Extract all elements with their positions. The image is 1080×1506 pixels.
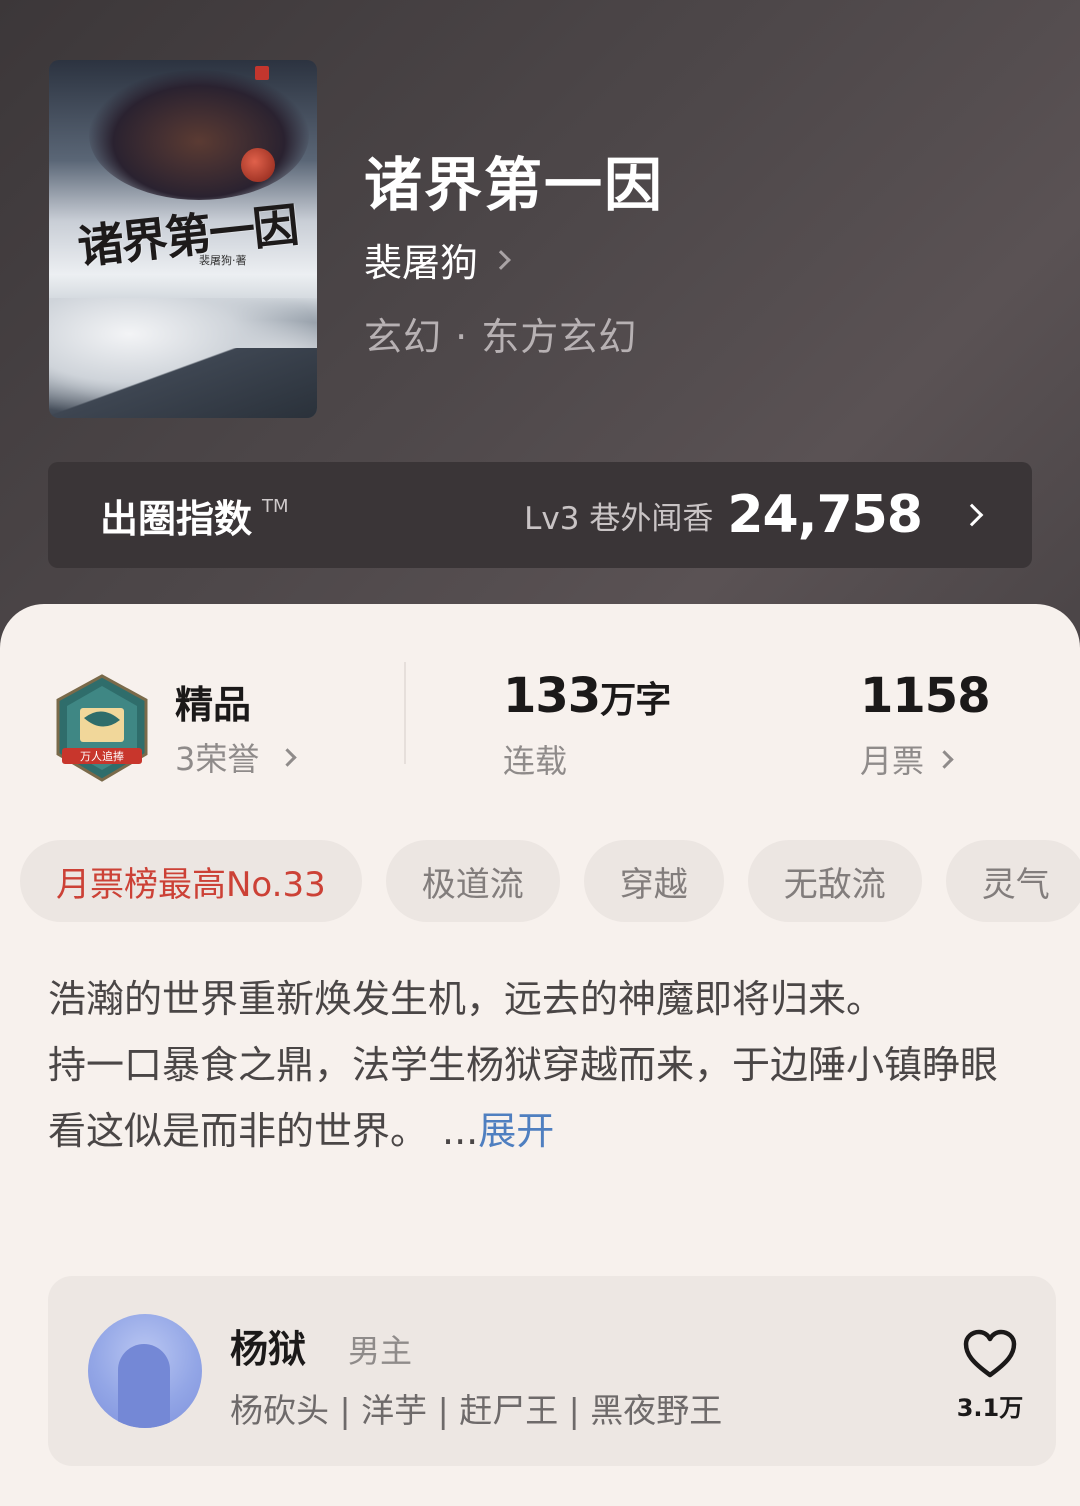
chevron-right-icon: [960, 503, 984, 527]
popularity-index-bar[interactable]: 出圈指数 TM Lv3 巷外闻香 24,758: [48, 462, 1032, 568]
badge-label: 万人追捧: [80, 749, 124, 763]
character-avatar[interactable]: [88, 1314, 202, 1428]
cover-moon-art: [241, 148, 275, 182]
character-aliases: 杨砍头 | 洋芋 | 赶尸王 | 黑夜野王: [230, 1391, 723, 1430]
chevron-right-icon: [935, 749, 954, 769]
author-name: 裴屠狗: [364, 241, 479, 285]
book-header: 诸界第一因 裴屠狗·著 诸界第一因 裴屠狗 玄幻 · 东方玄幻 出圈指数 TM …: [0, 0, 1080, 640]
tag-item[interactable]: 穿越: [583, 840, 724, 922]
monthly-votes-label: 月票: [860, 742, 925, 780]
index-value: 24,758: [727, 485, 923, 545]
character-role: 男主: [348, 1332, 413, 1370]
book-title: 诸界第一因: [364, 151, 665, 219]
tag-list: 月票榜最高No.33 极道流 穿越 无敌流 灵气: [20, 840, 1080, 922]
book-cover[interactable]: 诸界第一因 裴屠狗·著: [49, 60, 317, 418]
expand-synopsis-link[interactable]: 展开: [478, 1109, 554, 1153]
chevron-right-icon: [278, 747, 298, 767]
word-count-number: 133: [503, 668, 601, 724]
index-label: 出圈指数: [100, 496, 253, 541]
quality-badge-icon[interactable]: 万人追捧: [52, 674, 152, 784]
synopsis-ellipsis: ...: [442, 1109, 479, 1153]
trademark-mark: TM: [262, 496, 289, 517]
synopsis-paragraph: 浩瀚的世界重新焕发生机，远去的神魔即将归来。: [48, 977, 885, 1021]
tag-item[interactable]: 极道流: [385, 840, 560, 922]
cover-title-art: 诸界第一因: [75, 197, 300, 275]
word-count: 133万字: [503, 668, 671, 724]
cover-author-art: 裴屠狗·著: [199, 254, 247, 267]
tag-item[interactable]: 无敌流: [747, 840, 922, 922]
book-info-panel: 万人追捧 精品 3荣誉 133万字 连载 1158 月票 月票榜最高No.33 …: [0, 604, 1080, 1506]
heart-icon[interactable]: [962, 1328, 1018, 1380]
cover-stamp: [255, 66, 269, 80]
stats-divider: [404, 662, 406, 764]
author-link[interactable]: 裴屠狗: [364, 232, 511, 287]
monthly-votes-link[interactable]: 月票: [860, 736, 954, 782]
synopsis-paragraph: 持一口暴食之鼎，法学生杨狱穿越而来，于边陲小镇睁眼看这似是而非的世界。 ...展开: [48, 1032, 1008, 1164]
like-count: 3.1万: [956, 1394, 1024, 1422]
chevron-right-icon: [491, 249, 511, 270]
index-level: Lv3 巷外闻香: [524, 500, 714, 537]
character-card[interactable]: 杨狱 男主 杨砍头 | 洋芋 | 赶尸王 | 黑夜野王 3.1万: [48, 1276, 1056, 1466]
word-count-unit: 万字: [600, 680, 671, 721]
book-synopsis: 浩瀚的世界重新焕发生机，远去的神魔即将归来。 持一口暴食之鼎，法学生杨狱穿越而来…: [48, 966, 1008, 1164]
serial-status: 连载: [503, 742, 568, 780]
cover-mountain-art: [49, 348, 317, 418]
character-name: 杨狱: [230, 1327, 307, 1371]
honors-count: 3荣誉: [175, 740, 260, 778]
cover-planet-art: [89, 70, 309, 200]
quality-label: 精品: [175, 683, 252, 727]
book-genre: 玄幻 · 东方玄幻: [364, 315, 638, 359]
monthly-votes-count: 1158: [860, 668, 991, 724]
character-silhouette: [118, 1344, 170, 1428]
tag-ranking[interactable]: 月票榜最高No.33: [20, 840, 362, 922]
honors-link[interactable]: 3荣誉: [175, 734, 298, 780]
tag-item[interactable]: 灵气: [945, 840, 1080, 922]
